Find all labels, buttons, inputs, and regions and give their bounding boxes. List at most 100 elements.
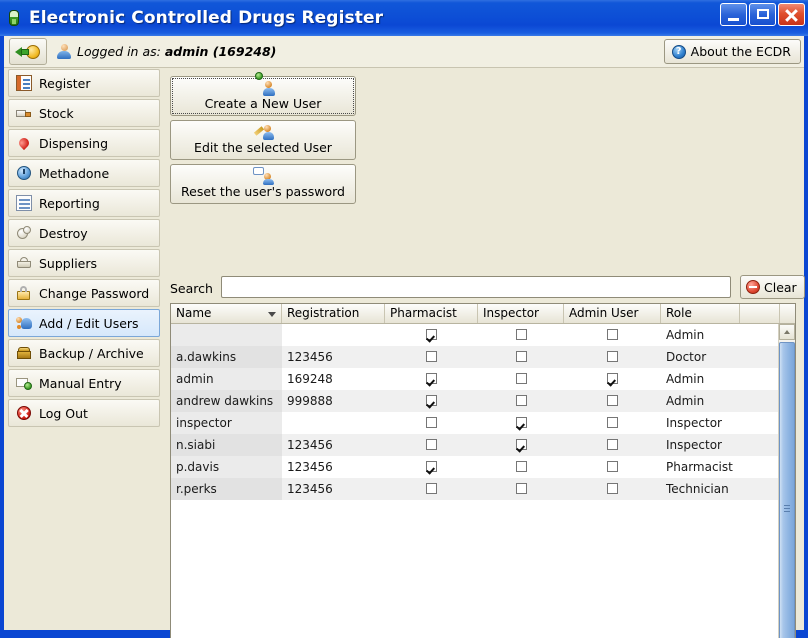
lock-icon — [16, 285, 32, 301]
table-vertical-scrollbar[interactable] — [778, 324, 795, 638]
user-icon — [56, 44, 72, 60]
sidebar-item-label: Register — [39, 75, 91, 91]
table-row[interactable]: inspector Inspector — [171, 412, 778, 434]
cell-inspector[interactable] — [478, 346, 564, 368]
sidebar-item-stock[interactable]: Stock — [8, 99, 160, 127]
cell-registration — [282, 412, 385, 434]
table-row[interactable]: p.davis 123456 Pharmacist — [171, 456, 778, 478]
sidebar-item-manual-entry[interactable]: Manual Entry — [8, 369, 160, 397]
column-header-name[interactable]: Name — [171, 304, 282, 323]
column-header-role[interactable]: Role — [661, 304, 740, 323]
checkbox-inspector[interactable] — [515, 351, 527, 362]
checkbox-pharmacist[interactable] — [426, 395, 437, 406]
table-row[interactable]: a.dawkins 123456 Doctor — [171, 346, 778, 368]
table-row[interactable]: admin 169248 Admin — [171, 368, 778, 390]
cell-pharmacist[interactable] — [385, 346, 478, 368]
column-header-label: Registration — [287, 306, 360, 320]
table-header-row: Name Registration Pharmacist Inspector Admin… — [171, 304, 795, 324]
cell-admin_user[interactable] — [564, 390, 661, 412]
reset-the-user-s-password-button[interactable]: Reset the user's password — [170, 164, 356, 204]
cell-admin_user[interactable] — [564, 478, 661, 500]
checkbox-pharmacist[interactable] — [426, 351, 437, 362]
minimize-button[interactable] — [720, 3, 747, 26]
clear-search-button[interactable]: Clear — [740, 275, 805, 299]
cell-name: p.davis — [171, 456, 282, 478]
search-input[interactable] — [221, 276, 731, 298]
cell-inspector[interactable] — [478, 368, 564, 390]
cell-pharmacist[interactable] — [385, 324, 478, 346]
cell-admin_user[interactable] — [564, 368, 661, 390]
checkbox-inspector[interactable] — [515, 373, 527, 384]
checkbox-admin_user[interactable] — [607, 329, 618, 340]
cell-inspector[interactable] — [478, 412, 564, 434]
create-a-new-user-button[interactable]: Create a New User — [170, 72, 356, 116]
checkbox-pharmacist[interactable] — [426, 417, 437, 428]
sidebar-item-log-out[interactable]: Log Out — [8, 399, 160, 427]
checkbox-inspector[interactable] — [515, 329, 527, 340]
cell-pharmacist[interactable] — [385, 478, 478, 500]
checkbox-admin_user[interactable] — [607, 483, 618, 494]
checkbox-admin_user[interactable] — [607, 461, 618, 472]
checkbox-admin_user[interactable] — [607, 417, 618, 428]
cell-admin_user[interactable] — [564, 456, 661, 478]
search-label: Search — [170, 281, 213, 296]
checkbox-pharmacist[interactable] — [426, 329, 437, 340]
checkbox-admin_user[interactable] — [607, 373, 618, 384]
edit-the-selected-user-button[interactable]: Edit the selected User — [170, 120, 356, 160]
about-button[interactable]: ? About the ECDR — [663, 39, 801, 64]
sidebar-item-suppliers[interactable]: Suppliers — [8, 249, 160, 277]
cell-inspector[interactable] — [478, 478, 564, 500]
checkbox-admin_user[interactable] — [607, 395, 618, 406]
scrollbar-thumb[interactable] — [779, 342, 795, 638]
sidebar-item-dispensing[interactable]: Dispensing — [8, 129, 160, 157]
checkbox-pharmacist[interactable] — [426, 461, 437, 472]
table-row[interactable]: n.siabi 123456 Inspector — [171, 434, 778, 456]
column-header-inspector[interactable]: Inspector — [478, 304, 564, 323]
cell-inspector[interactable] — [478, 456, 564, 478]
column-header-pharmacist[interactable]: Pharmacist — [385, 304, 478, 323]
sidebar-item-label: Destroy — [39, 225, 88, 241]
column-header-blank[interactable] — [740, 304, 780, 323]
checkbox-inspector[interactable] — [515, 395, 527, 406]
sidebar-item-add-edit-users[interactable]: Add / Edit Users — [8, 309, 160, 337]
cell-pharmacist[interactable] — [385, 456, 478, 478]
sidebar-item-register[interactable]: Register — [8, 69, 160, 97]
checkbox-inspector[interactable] — [515, 417, 527, 428]
sidebar-item-reporting[interactable]: Reporting — [8, 189, 160, 217]
column-header-label: Pharmacist — [390, 306, 457, 320]
close-button[interactable] — [778, 3, 805, 26]
cell-pharmacist[interactable] — [385, 390, 478, 412]
table-row[interactable]: andrew dawkins 999888 Admin — [171, 390, 778, 412]
cell-pharmacist[interactable] — [385, 434, 478, 456]
cell-pharmacist[interactable] — [385, 412, 478, 434]
checkbox-pharmacist[interactable] — [426, 373, 437, 384]
cell-registration: 123456 — [287, 482, 333, 496]
checkbox-inspector[interactable] — [515, 461, 527, 472]
cell-admin_user[interactable] — [564, 434, 661, 456]
checkbox-admin_user[interactable] — [607, 439, 618, 450]
cell-pharmacist[interactable] — [385, 368, 478, 390]
column-header-admin-user[interactable]: Admin User — [564, 304, 661, 323]
table-row[interactable]: Admin — [171, 324, 778, 346]
cell-admin_user[interactable] — [564, 324, 661, 346]
sidebar-item-methadone[interactable]: Methadone — [8, 159, 160, 187]
cell-role: Admin — [666, 328, 705, 342]
sidebar-item-backup-archive[interactable]: Backup / Archive — [8, 339, 160, 367]
checkbox-pharmacist[interactable] — [426, 483, 437, 494]
checkbox-inspector[interactable] — [515, 483, 527, 494]
table-row[interactable]: r.perks 123456 Technician — [171, 478, 778, 500]
logout-toolbar-button[interactable] — [9, 38, 47, 65]
cell-inspector[interactable] — [478, 390, 564, 412]
cell-admin_user[interactable] — [564, 412, 661, 434]
checkbox-pharmacist[interactable] — [426, 439, 437, 450]
sidebar-item-change-password[interactable]: Change Password — [8, 279, 160, 307]
checkbox-admin_user[interactable] — [607, 351, 618, 362]
scroll-up-button[interactable] — [779, 324, 795, 340]
cell-admin_user[interactable] — [564, 346, 661, 368]
checkbox-inspector[interactable] — [515, 439, 527, 450]
maximize-button[interactable] — [749, 3, 776, 26]
cell-inspector[interactable] — [478, 324, 564, 346]
sidebar-item-destroy[interactable]: Destroy — [8, 219, 160, 247]
column-header-registration[interactable]: Registration — [282, 304, 385, 323]
cell-inspector[interactable] — [478, 434, 564, 456]
